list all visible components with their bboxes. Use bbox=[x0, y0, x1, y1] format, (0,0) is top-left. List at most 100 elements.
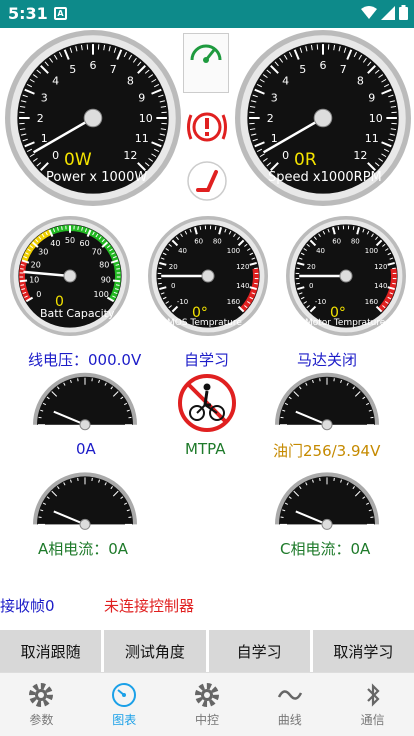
tick-label: 1 bbox=[41, 132, 48, 145]
bottom-tab-bar: 参数 图表 中控 曲线 通信 bbox=[0, 672, 414, 736]
gear-icon bbox=[194, 683, 219, 707]
throttle-gauge bbox=[274, 372, 380, 434]
phase-c-current: C相电流：0A bbox=[280, 540, 371, 558]
tick-label: 0 bbox=[309, 282, 313, 290]
tick-label: 5 bbox=[69, 63, 76, 76]
tick-label: 6 bbox=[320, 59, 327, 72]
battery-icon bbox=[399, 5, 408, 20]
tick-label: 140 bbox=[236, 282, 249, 290]
signal-icon bbox=[381, 5, 395, 20]
tick-label: 8 bbox=[357, 75, 364, 88]
tick-label: 100 bbox=[365, 247, 378, 255]
tick-label: 50 bbox=[65, 236, 75, 245]
bluetooth-icon bbox=[366, 683, 380, 707]
tick-label: 90 bbox=[101, 276, 111, 285]
warning-icon bbox=[185, 107, 229, 151]
recv-frames: 接收帧0 bbox=[0, 597, 55, 615]
tick-label: 140 bbox=[374, 282, 387, 290]
speedometer-button[interactable] bbox=[183, 33, 229, 93]
tick-label: 0 bbox=[282, 149, 289, 162]
controller-status: 未连接控制器 bbox=[104, 597, 195, 615]
tick-label: 2 bbox=[37, 112, 44, 125]
speed-value: 0R bbox=[294, 150, 317, 170]
tick-label: 20 bbox=[307, 263, 316, 271]
speed-label: Speed x1000RPM bbox=[268, 170, 382, 185]
tick-label: 40 bbox=[50, 239, 60, 248]
tick-label: 5 bbox=[299, 63, 306, 76]
tick-label: 10 bbox=[139, 112, 153, 125]
line-voltage: 线电压：000.0V bbox=[28, 351, 142, 369]
tab-charts[interactable]: 图表 bbox=[83, 673, 166, 736]
cancel-learn-button[interactable]: 取消学习 bbox=[312, 630, 414, 672]
tick-label: 120 bbox=[374, 263, 387, 271]
throttle-value: 油门256/3.94V bbox=[273, 442, 381, 460]
tab-label: 中控 bbox=[194, 713, 219, 727]
tab-control[interactable]: 中控 bbox=[166, 673, 249, 736]
wifi-icon bbox=[361, 5, 377, 19]
tick-label: 30 bbox=[38, 248, 48, 257]
tick-label: 11 bbox=[365, 132, 379, 145]
action-buttons: 取消跟随 测试角度 自学习 取消学习 bbox=[0, 630, 414, 672]
tick-label: 6 bbox=[90, 59, 97, 72]
motor-status: 马达关闭 bbox=[297, 351, 358, 369]
tick-label: 0 bbox=[52, 149, 59, 162]
gear-icon bbox=[29, 683, 54, 707]
tick-label: 3 bbox=[271, 92, 278, 105]
tick-label: 160 bbox=[365, 298, 378, 306]
tick-label: 12 bbox=[353, 149, 367, 162]
tick-label: 10 bbox=[29, 276, 39, 285]
tick-label: 2 bbox=[267, 112, 274, 125]
wave-icon bbox=[277, 690, 302, 700]
tab-comm[interactable]: 通信 bbox=[331, 673, 414, 736]
tick-label: 7 bbox=[110, 63, 117, 76]
gauge-icon bbox=[112, 683, 137, 707]
tick-label: 20 bbox=[169, 263, 178, 271]
throttle-pedal-icon bbox=[186, 160, 228, 206]
tick-label: 40 bbox=[178, 247, 187, 255]
tick-label: 1 bbox=[271, 132, 278, 145]
tick-label: 7 bbox=[340, 63, 347, 76]
tick-label: 70 bbox=[92, 248, 102, 257]
status-bar: 5:31 A bbox=[0, 0, 414, 28]
power-value: 0W bbox=[64, 150, 92, 170]
tick-label: 12 bbox=[123, 149, 137, 162]
tick-label: 20 bbox=[31, 261, 41, 270]
tab-label: 曲线 bbox=[277, 713, 302, 727]
tick-label: -10 bbox=[315, 298, 326, 306]
self-learn-button[interactable]: 自学习 bbox=[208, 630, 310, 672]
tab-curves[interactable]: 曲线 bbox=[248, 673, 331, 736]
tick-label: 0 bbox=[36, 290, 41, 299]
tick-label: 9 bbox=[138, 92, 145, 105]
tick-label: 80 bbox=[351, 238, 360, 246]
phase-a-gauge bbox=[32, 470, 138, 534]
battery-label: Batt Capacity bbox=[40, 307, 115, 320]
phase-c-gauge bbox=[274, 470, 380, 534]
tab-label: 参数 bbox=[29, 713, 54, 727]
tick-label: 60 bbox=[80, 239, 90, 248]
tick-label: 60 bbox=[194, 238, 203, 246]
tick-label: 4 bbox=[52, 75, 59, 88]
tab-params[interactable]: 参数 bbox=[0, 673, 83, 736]
tick-label: 3 bbox=[41, 92, 48, 105]
notification-icon: A bbox=[54, 7, 67, 20]
test-angle-button[interactable]: 测试角度 bbox=[104, 630, 206, 672]
tick-label: -10 bbox=[177, 298, 188, 306]
speedometer-icon bbox=[190, 44, 222, 63]
tick-label: 100 bbox=[94, 290, 109, 299]
tick-label: 11 bbox=[135, 132, 149, 145]
tick-label: 80 bbox=[213, 238, 222, 246]
cancel-follow-button[interactable]: 取消跟随 bbox=[0, 630, 102, 672]
tick-label: 8 bbox=[127, 75, 134, 88]
tick-label: 4 bbox=[282, 75, 289, 88]
tick-label: 80 bbox=[99, 261, 109, 270]
tab-label: 图表 bbox=[112, 713, 137, 727]
tick-label: 160 bbox=[227, 298, 240, 306]
no-bicycle-icon bbox=[177, 373, 237, 437]
current-value: 0A bbox=[76, 440, 96, 458]
tick-label: 9 bbox=[368, 92, 375, 105]
tick-label: 120 bbox=[236, 263, 249, 271]
tab-label: 通信 bbox=[360, 713, 385, 727]
tick-label: 0 bbox=[171, 282, 175, 290]
tick-label: 60 bbox=[332, 238, 341, 246]
mtpa-label: MTPA bbox=[185, 440, 226, 458]
